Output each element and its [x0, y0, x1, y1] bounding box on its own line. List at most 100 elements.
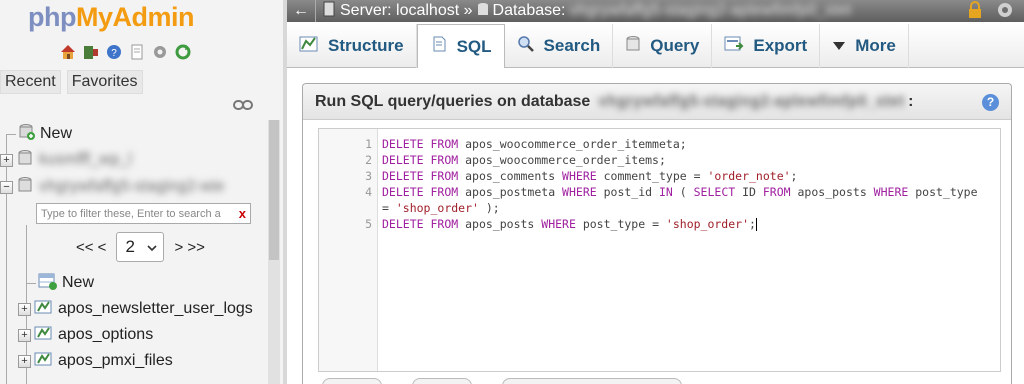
- editor-button[interactable]: [502, 378, 682, 384]
- table-structure-icon[interactable]: [34, 324, 54, 347]
- database-icon: [477, 1, 489, 22]
- tree-item-label: apos_newsletter_user_logs: [58, 300, 253, 317]
- tab-search[interactable]: Search: [505, 24, 614, 68]
- tree-item-database[interactable]: + kusmfff_wp_l: [0, 148, 132, 172]
- tree-item-label: apos_pmxi_files: [58, 352, 173, 369]
- line-number: 4: [365, 185, 372, 199]
- code-line: DELETE FROM apos_woocommerce_order_items…: [382, 153, 666, 167]
- nav-icon-bar: ?: [58, 42, 193, 62]
- pager-previous-link[interactable]: << <: [76, 239, 106, 256]
- line-number: 1: [365, 137, 372, 151]
- tab-recent[interactable]: Recent: [0, 70, 61, 94]
- breadcrumb: Server: localhost » Database: vhgrywfaff…: [322, 1, 851, 22]
- settings-gear-icon[interactable]: [150, 42, 170, 62]
- breadcrumb-bar: ← Server: localhost » Database: vhgrywfa…: [287, 0, 1024, 22]
- new-table-icon: [38, 272, 58, 295]
- tab-sql[interactable]: SQL: [416, 24, 505, 68]
- expand-toggle[interactable]: +: [18, 354, 31, 368]
- clear-filter-button[interactable]: x: [239, 206, 246, 221]
- table-structure-icon[interactable]: [34, 298, 54, 321]
- navigation-scrollbar[interactable]: [268, 120, 280, 384]
- tab-structure[interactable]: Structure: [287, 24, 417, 68]
- table-pager: << < 2 > >>: [76, 232, 205, 262]
- tree-item-database-active[interactable]: − vhgrywfaffg5-staging2-wie: [0, 175, 225, 199]
- tree-branch: [6, 133, 16, 135]
- sql-panel-title-text: Run SQL query/queries on database: [315, 92, 591, 110]
- lock-icon[interactable]: [966, 1, 984, 24]
- tab-export[interactable]: Export: [712, 24, 821, 68]
- server-icon: [322, 1, 336, 22]
- sql-panel-database-name: vhgrywfaffg5-staging2-aplewfimfp0_stet: [598, 92, 905, 110]
- breadcrumb-server-link[interactable]: Server: localhost »: [340, 2, 473, 20]
- tree-item-table[interactable]: + apos_pmxi_files: [18, 349, 173, 373]
- topbar-actions: [966, 1, 1014, 24]
- line-number: 3: [365, 169, 372, 183]
- collapse-toggle[interactable]: −: [0, 180, 13, 194]
- database-icon: [17, 149, 33, 172]
- code-line: = 'shop_order' );: [382, 201, 500, 215]
- new-database-icon: [18, 123, 36, 146]
- page-select[interactable]: 2: [116, 232, 165, 262]
- tab-label: More: [855, 36, 896, 55]
- main-panel: ← Server: localhost » Database: vhgrywfa…: [287, 0, 1024, 384]
- code-line: DELETE FROM apos_postmeta WHERE post_id …: [382, 185, 978, 199]
- filter-placeholder: Type to filter these, Enter to search a: [41, 207, 221, 220]
- settings-gear-icon[interactable]: [996, 1, 1014, 24]
- editor-button[interactable]: [412, 378, 472, 384]
- breadcrumb-database-name[interactable]: vhgrywfaffg5-staging2-aplewfimfp0_stet: [569, 2, 851, 20]
- reload-icon[interactable]: [173, 42, 193, 62]
- search-icon: [517, 35, 535, 58]
- tree-item-label: New: [62, 274, 95, 291]
- phpmyadmin-logo[interactable]: phpMyAdmin: [28, 2, 194, 33]
- tab-favorites[interactable]: Favorites: [66, 70, 143, 94]
- tree-item-label: kusmfff_wp_l: [39, 151, 132, 168]
- tab-label: Structure: [328, 36, 404, 55]
- structure-icon: [299, 35, 319, 58]
- database-icon: [17, 176, 33, 199]
- svg-text:?: ?: [111, 48, 117, 59]
- link-with-main-panel-icon[interactable]: [233, 98, 253, 112]
- tree-branch: [26, 282, 36, 284]
- chevron-down-icon: [147, 237, 158, 257]
- separator: [315, 0, 316, 22]
- docs-icon[interactable]: [127, 42, 147, 62]
- tab-label: Export: [753, 36, 808, 55]
- tree-item-label: vhgrywfaffg5-staging2-wie: [39, 178, 225, 195]
- line-number-gutter: 1 2 3 4 5: [319, 129, 378, 371]
- tree-item-label: apos_options: [58, 326, 154, 343]
- tree-item-table[interactable]: + apos_newsletter_user_logs: [18, 297, 253, 321]
- home-icon[interactable]: [58, 42, 78, 62]
- pager-next-link[interactable]: > >>: [174, 239, 204, 256]
- table-structure-icon[interactable]: [34, 350, 54, 373]
- tab-query[interactable]: Query: [613, 24, 713, 68]
- editor-button[interactable]: [322, 378, 382, 384]
- line-number: 5: [365, 217, 372, 231]
- tab-label: SQL: [456, 36, 492, 56]
- tree-item-label: New: [40, 125, 73, 142]
- exit-icon[interactable]: [81, 42, 101, 62]
- editor-button-row: [322, 378, 682, 384]
- back-arrow-button[interactable]: ←: [287, 2, 315, 20]
- help-icon[interactable]: ?: [104, 42, 124, 62]
- page-select-value: 2: [125, 237, 135, 256]
- expand-toggle[interactable]: +: [18, 328, 31, 342]
- query-icon: [625, 35, 641, 58]
- tree-item-new-table[interactable]: New: [26, 271, 94, 295]
- expand-toggle[interactable]: +: [18, 302, 31, 316]
- expand-toggle[interactable]: +: [0, 153, 13, 167]
- tab-label: Search: [543, 36, 601, 55]
- sql-panel-colon: :: [908, 92, 914, 110]
- tab-more[interactable]: More: [820, 24, 909, 68]
- recent-favorites-tabs: Recent Favorites: [0, 70, 143, 94]
- help-icon[interactable]: ?: [982, 94, 999, 111]
- tree-item-new-database[interactable]: New: [6, 122, 72, 146]
- breadcrumb-database-link[interactable]: Database:: [493, 2, 566, 20]
- table-filter-input[interactable]: Type to filter these, Enter to search a …: [36, 203, 251, 224]
- main-tab-bar: Structure SQL Search Query Export More: [287, 24, 1024, 68]
- scrollbar-thumb[interactable]: [269, 120, 279, 260]
- code-line: DELETE FROM apos_posts WHERE post_type =…: [382, 217, 757, 231]
- line-number: 2: [365, 153, 372, 167]
- tree-item-table[interactable]: + apos_options: [18, 323, 153, 347]
- sql-editor[interactable]: 1 2 3 4 5 DELETE FROM apos_woocommerce_o…: [318, 128, 1001, 372]
- export-icon: [724, 35, 744, 58]
